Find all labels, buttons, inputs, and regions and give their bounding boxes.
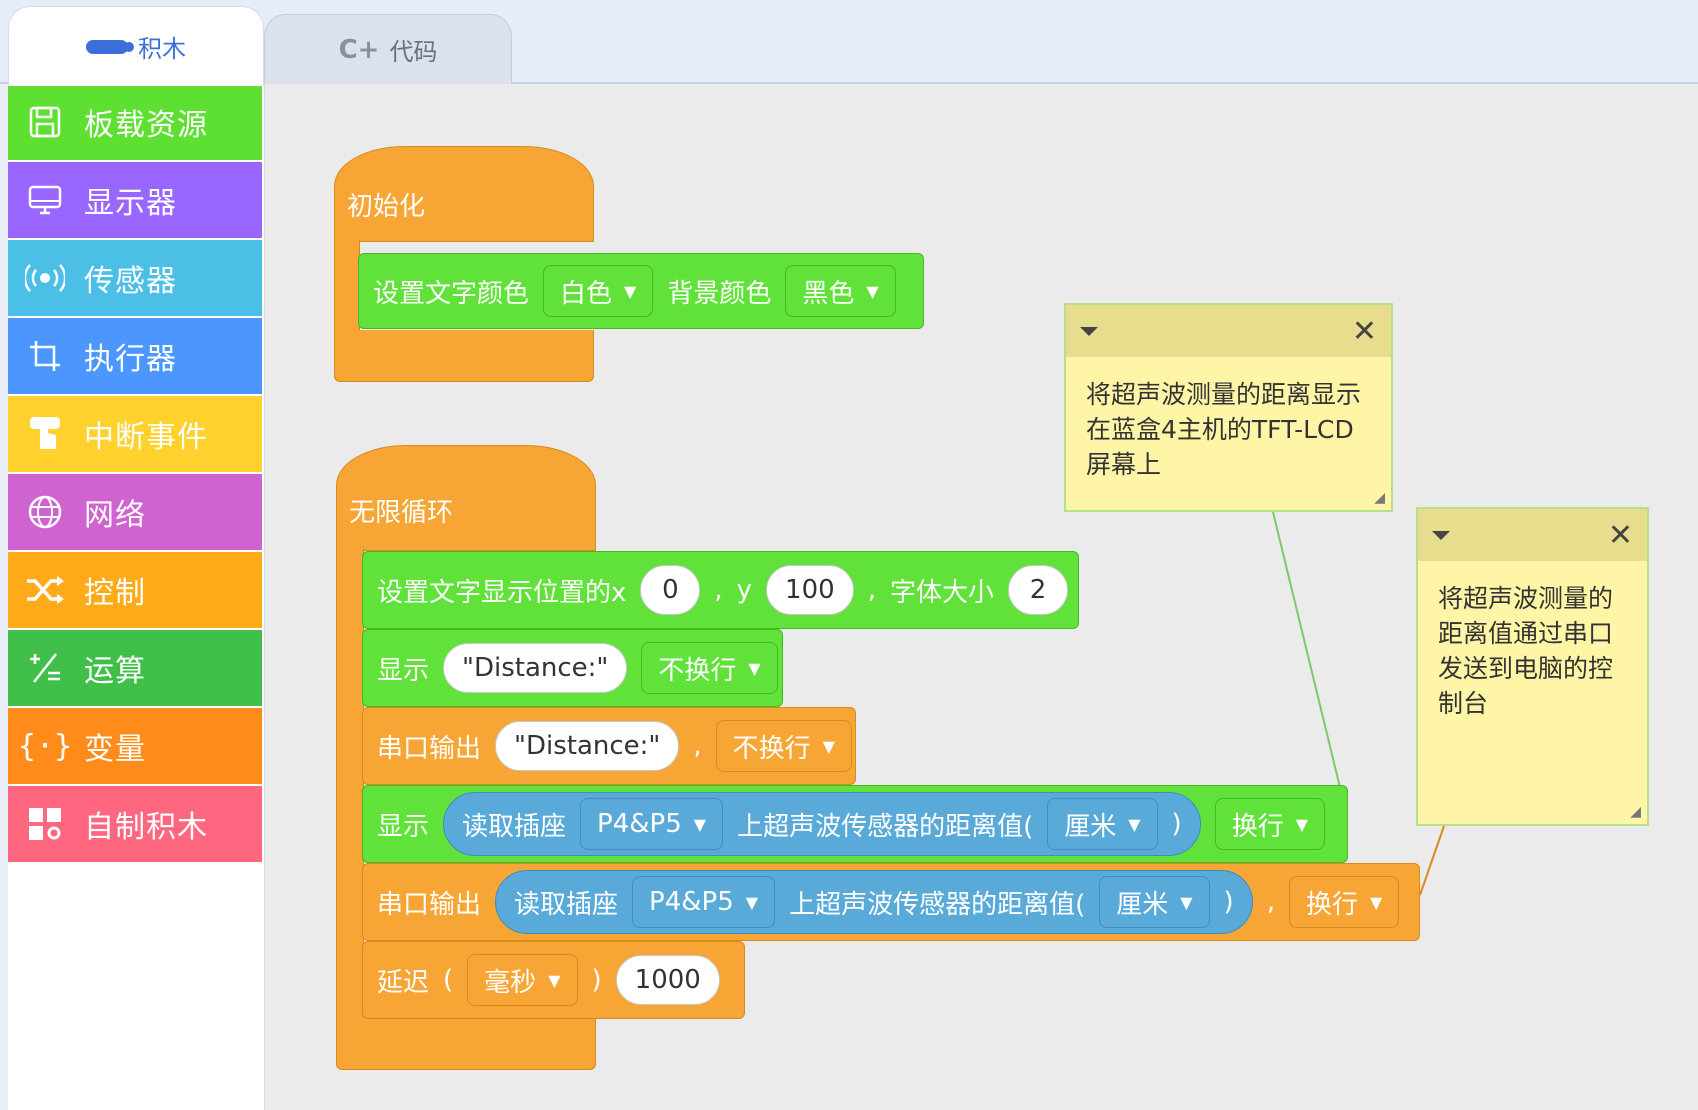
comment-connector-line (1272, 511, 1346, 809)
comma-separator: , (867, 575, 876, 605)
bg-color-value: 黑色 (802, 278, 855, 309)
serial-print-text-block[interactable]: 串口输出 "Distance:" , 不换行 ▼ (362, 707, 856, 785)
comment-header[interactable]: ✕ (1066, 305, 1391, 357)
chevron-down-icon: ▼ (1369, 892, 1383, 912)
collapse-triangle-icon[interactable] (1432, 530, 1450, 540)
y-input[interactable]: 100 (766, 565, 854, 615)
text-color-dropdown[interactable]: 白色 ▼ (543, 265, 654, 317)
delay-value-input[interactable]: 1000 (615, 955, 720, 1005)
open-paren: ( (443, 965, 454, 995)
init-hat-label: 初始化 (347, 191, 426, 222)
delay-block[interactable]: 延迟 ( 毫秒 ▼ ) 1000 (362, 941, 745, 1019)
comment-note[interactable]: ✕ 将超声波测量的距离值通过串口发送到电脑的控制台 ◢ (1416, 507, 1649, 826)
port-dropdown[interactable]: P4&P5 ▼ (580, 798, 724, 850)
close-icon[interactable]: ✕ (1352, 314, 1377, 349)
sensor-label: 上超声波传感器的距离值( (789, 889, 1086, 920)
unit-value: 厘米 (1116, 889, 1169, 920)
close-icon[interactable]: ✕ (1608, 518, 1633, 553)
comma-separator: , (693, 731, 702, 761)
init-block-spine (334, 240, 360, 332)
comma-separator: , (1266, 887, 1275, 917)
delay-label: 延迟 (377, 967, 430, 998)
init-block-bottom (334, 330, 594, 382)
unit-value: 厘米 (1064, 811, 1117, 842)
chevron-down-icon: ▼ (693, 814, 707, 834)
display-distance-block[interactable]: 显示 读取插座 P4&P5 ▼ 上超声波传感器的距离值( 厘米 ▼ ) 换行 ▼ (362, 785, 1348, 863)
read-port-label: 读取插座 (462, 811, 567, 842)
serial-print-label: 串口输出 (377, 733, 482, 764)
newline-dropdown[interactable]: 换行 ▼ (1288, 876, 1400, 928)
read-port-label: 读取插座 (514, 889, 619, 920)
collapse-triangle-icon[interactable] (1080, 326, 1098, 336)
newline-value: 不换行 (732, 733, 811, 764)
chevron-down-icon: ▼ (1180, 892, 1193, 912)
resize-handle-icon[interactable]: ◢ (1374, 490, 1385, 506)
chevron-down-icon: ▼ (745, 892, 759, 912)
serial-print-distance-block[interactable]: 串口输出 读取插座 P4&P5 ▼ 上超声波传感器的距离值( 厘米 ▼ ) , … (362, 863, 1420, 941)
time-unit-dropdown[interactable]: 毫秒 ▼ (467, 954, 578, 1006)
close-paren: ) (591, 965, 602, 995)
comment-connector-line (1419, 825, 1445, 896)
x-input[interactable]: 0 (640, 565, 701, 615)
forever-loop-bottom (336, 1018, 596, 1070)
set-text-color-block[interactable]: 设置文字颜色 白色 ▼ 背景颜色 黑色 ▼ (358, 253, 924, 329)
comment-note[interactable]: ✕ 将超声波测量的距离显示在蓝盒4主机的TFT-LCD屏幕上 ◢ (1064, 303, 1393, 512)
set-text-color-label: 设置文字颜色 (373, 278, 530, 309)
newline-dropdown[interactable]: 不换行 ▼ (641, 642, 778, 694)
set-text-position-block[interactable]: 设置文字显示位置的x 0 , y 100 , 字体大小 2 (362, 551, 1079, 629)
ultrasonic-reporter[interactable]: 读取插座 P4&P5 ▼ 上超声波传感器的距离值( 厘米 ▼ ) (495, 870, 1253, 934)
resize-handle-icon[interactable]: ◢ (1630, 804, 1641, 820)
close-paren: ) (1171, 809, 1182, 839)
port-dropdown[interactable]: P4&P5 ▼ (632, 876, 776, 928)
serial-print-label: 串口输出 (377, 889, 482, 920)
close-paren: ) (1223, 887, 1234, 917)
tab-blocks[interactable]: 积木 (8, 6, 264, 86)
unit-dropdown[interactable]: 厘米 ▼ (1047, 798, 1158, 850)
sensor-label: 上超声波传感器的距离值( (737, 811, 1034, 842)
display-label: 显示 (377, 811, 430, 842)
forever-loop-spine (336, 548, 364, 1022)
text-color-value: 白色 (560, 278, 613, 309)
port-value: P4&P5 (597, 809, 682, 839)
forever-loop-hat-block[interactable]: 无限循环 (336, 445, 596, 551)
newline-dropdown[interactable]: 换行 ▼ (1214, 798, 1326, 850)
init-hat-block[interactable]: 初始化 (334, 146, 594, 242)
display-text-input[interactable]: "Distance:" (443, 643, 628, 693)
newline-value: 换行 (1231, 811, 1284, 842)
chevron-down-icon: ▼ (624, 281, 637, 301)
chevron-down-icon: ▼ (548, 970, 561, 990)
bg-color-dropdown[interactable]: 黑色 ▼ (785, 265, 896, 317)
bg-color-label: 背景颜色 (667, 278, 772, 309)
chevron-down-icon: ▼ (1128, 814, 1141, 834)
unit-dropdown[interactable]: 厘米 ▼ (1099, 876, 1210, 928)
serial-text-input[interactable]: "Distance:" (495, 721, 680, 771)
time-unit-value: 毫秒 (484, 967, 537, 998)
blocks-icon (86, 39, 134, 54)
forever-loop-hat-label: 无限循环 (349, 497, 454, 528)
ultrasonic-reporter[interactable]: 读取插座 P4&P5 ▼ 上超声波传感器的距离值( 厘米 ▼ ) (443, 792, 1201, 856)
port-value: P4&P5 (649, 887, 734, 917)
comment-text[interactable]: 将超声波测量的距离显示在蓝盒4主机的TFT-LCD屏幕上 (1066, 357, 1391, 502)
set-pos-label: 设置文字显示位置的x (377, 577, 627, 608)
font-size-label: 字体大小 (889, 577, 994, 608)
chevron-down-icon: ▼ (822, 736, 835, 756)
newline-value: 换行 (1305, 889, 1358, 920)
comment-text[interactable]: 将超声波测量的距离值通过串口发送到电脑的控制台 (1418, 561, 1647, 741)
chevron-down-icon: ▼ (1295, 814, 1309, 834)
display-text-block[interactable]: 显示 "Distance:" 不换行 ▼ (362, 629, 783, 707)
chevron-down-icon: ▼ (748, 658, 761, 678)
tab-blocks-label: 积木 (138, 35, 186, 63)
y-label: y (736, 575, 753, 605)
font-size-input[interactable]: 2 (1007, 565, 1068, 615)
newline-value: 不换行 (658, 655, 737, 686)
chevron-down-icon: ▼ (866, 281, 879, 301)
newline-dropdown[interactable]: 不换行 ▼ (715, 720, 852, 772)
display-label: 显示 (377, 655, 430, 686)
comma-separator: , (714, 575, 723, 605)
comment-header[interactable]: ✕ (1418, 509, 1647, 561)
